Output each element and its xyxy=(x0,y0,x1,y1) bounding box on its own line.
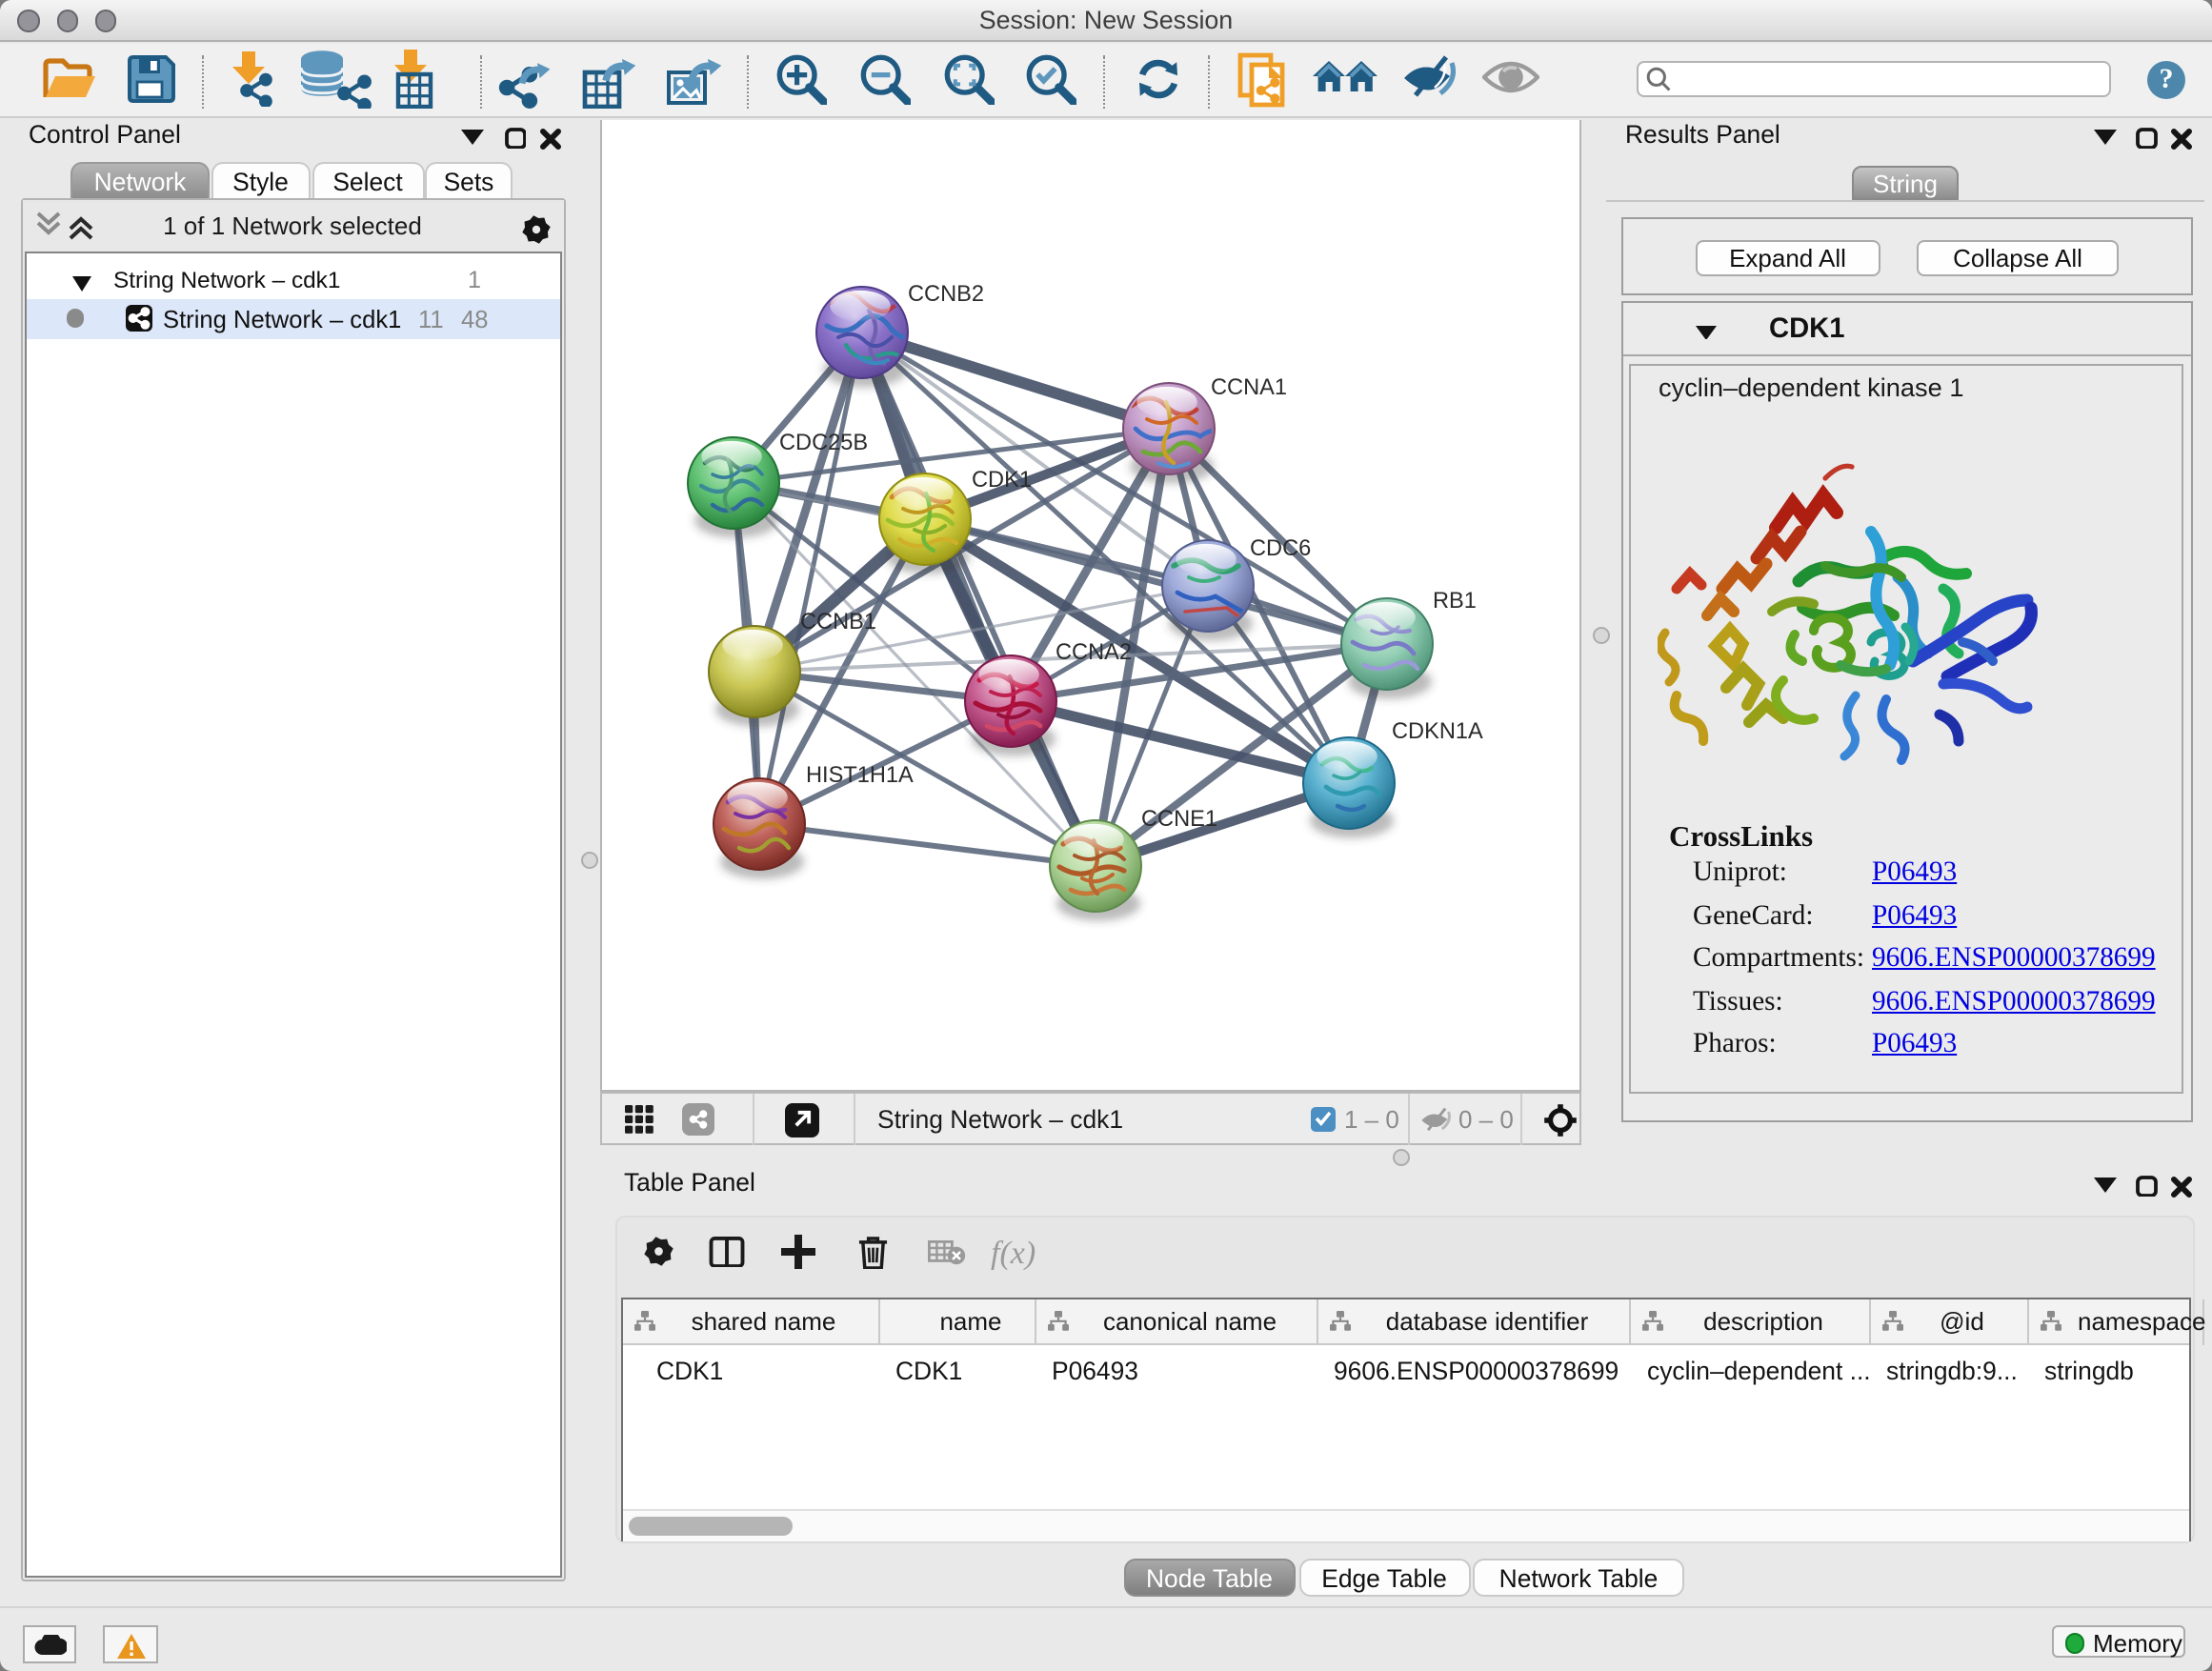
svg-text:HIST1H1A: HIST1H1A xyxy=(805,762,913,787)
svg-text:CCNB2: CCNB2 xyxy=(907,281,983,306)
svg-text:CDK1: CDK1 xyxy=(971,467,1031,492)
svg-text:CCNE1: CCNE1 xyxy=(1140,806,1217,831)
svg-text:CDC25B: CDC25B xyxy=(778,430,867,454)
svg-text:RB1: RB1 xyxy=(1432,588,1476,613)
svg-text:CDKN1A: CDKN1A xyxy=(1391,718,1482,743)
svg-text:CDC6: CDC6 xyxy=(1249,535,1310,560)
svg-text:CCNA1: CCNA1 xyxy=(1210,374,1286,399)
svg-text:CCNB1: CCNB1 xyxy=(799,609,875,634)
svg-text:CCNA2: CCNA2 xyxy=(1055,639,1131,664)
